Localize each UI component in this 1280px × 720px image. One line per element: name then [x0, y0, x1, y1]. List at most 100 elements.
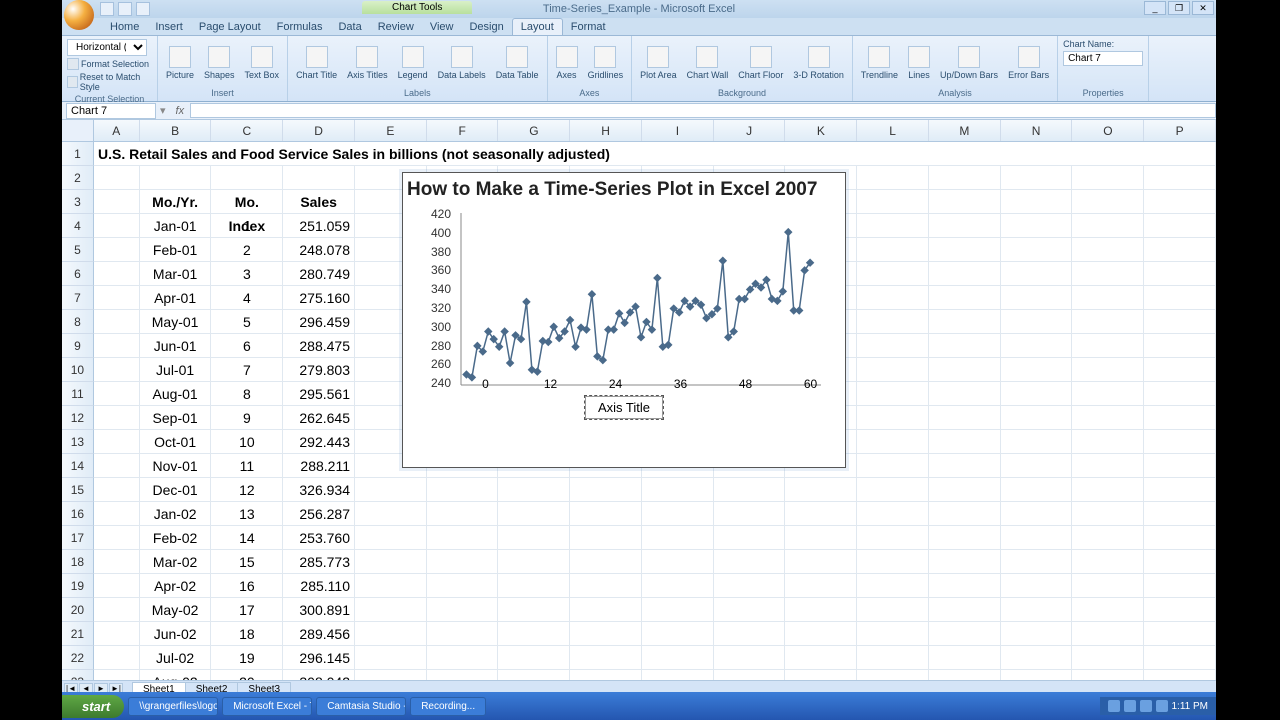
data-labels-button[interactable]: Data Labels — [434, 44, 490, 82]
cell[interactable] — [642, 550, 714, 574]
cell[interactable] — [94, 334, 140, 358]
ribbon-tab-insert[interactable]: Insert — [147, 19, 191, 35]
cell[interactable] — [94, 670, 140, 680]
cell[interactable] — [1001, 406, 1073, 430]
cell[interactable]: 11 — [211, 454, 283, 478]
cell[interactable] — [857, 334, 929, 358]
row-header[interactable]: 5 — [62, 238, 94, 262]
cell[interactable]: Aug-01 — [140, 382, 212, 406]
col-header-D[interactable]: D — [283, 120, 355, 141]
cell[interactable]: Nov-01 — [140, 454, 212, 478]
cell[interactable] — [355, 670, 427, 680]
axis-titles-button[interactable]: Axis Titles — [343, 44, 392, 82]
cell[interactable] — [355, 598, 427, 622]
cell[interactable]: 300.891 — [283, 598, 355, 622]
cell[interactable] — [1072, 166, 1144, 190]
trendline-button[interactable]: Trendline — [857, 44, 902, 82]
cell[interactable] — [857, 310, 929, 334]
col-header-M[interactable]: M — [929, 120, 1001, 141]
cell[interactable] — [714, 622, 786, 646]
cell[interactable]: Jun-01 — [140, 334, 212, 358]
chart-name-input[interactable] — [1063, 51, 1143, 66]
cell[interactable] — [570, 478, 642, 502]
cell[interactable] — [94, 478, 140, 502]
cell[interactable] — [570, 526, 642, 550]
cell[interactable]: 279.803 — [283, 358, 355, 382]
cell[interactable] — [1072, 574, 1144, 598]
cell[interactable] — [1072, 502, 1144, 526]
cell[interactable] — [1001, 214, 1073, 238]
cell[interactable]: Mar-01 — [140, 262, 212, 286]
cell[interactable]: Mo. Index — [211, 190, 283, 214]
ribbon-tab-data[interactable]: Data — [330, 19, 369, 35]
cell[interactable] — [857, 238, 929, 262]
3d-rotation-button[interactable]: 3-D Rotation — [789, 44, 848, 82]
cell[interactable] — [1072, 190, 1144, 214]
cell[interactable] — [1144, 646, 1216, 670]
col-header-A[interactable]: A — [94, 120, 140, 141]
cell[interactable] — [1144, 382, 1216, 406]
cell[interactable] — [1072, 382, 1144, 406]
cell[interactable]: 288.211 — [283, 454, 355, 478]
cell[interactable] — [355, 550, 427, 574]
cell[interactable] — [498, 550, 570, 574]
cell[interactable] — [1001, 190, 1073, 214]
cell[interactable] — [929, 478, 1001, 502]
cell[interactable]: 288.475 — [283, 334, 355, 358]
cell[interactable] — [94, 526, 140, 550]
cell[interactable] — [1144, 502, 1216, 526]
ribbon-tab-format[interactable]: Format — [563, 19, 614, 35]
cell[interactable] — [1144, 310, 1216, 334]
cell[interactable]: 289.456 — [283, 622, 355, 646]
cell[interactable]: U.S. Retail Sales and Food Service Sales… — [94, 142, 1216, 166]
cell[interactable]: May-02 — [140, 598, 212, 622]
cell[interactable] — [1001, 574, 1073, 598]
cell[interactable] — [785, 670, 857, 680]
cell[interactable]: Sep-01 — [140, 406, 212, 430]
cell[interactable] — [857, 358, 929, 382]
restore-button[interactable]: ❐ — [1168, 1, 1190, 15]
cell[interactable] — [427, 646, 499, 670]
cell[interactable] — [570, 622, 642, 646]
cell[interactable] — [1001, 166, 1073, 190]
cell[interactable] — [498, 574, 570, 598]
col-header-N[interactable]: N — [1001, 120, 1073, 141]
cell[interactable] — [94, 454, 140, 478]
cell[interactable] — [642, 670, 714, 680]
cell[interactable] — [94, 310, 140, 334]
cell[interactable] — [929, 574, 1001, 598]
cell[interactable] — [929, 670, 1001, 680]
cell[interactable] — [355, 502, 427, 526]
cell[interactable]: Feb-02 — [140, 526, 212, 550]
cell[interactable] — [1072, 550, 1144, 574]
cell[interactable] — [857, 526, 929, 550]
cell[interactable]: 19 — [211, 646, 283, 670]
cell[interactable]: 4 — [211, 286, 283, 310]
cell[interactable] — [857, 262, 929, 286]
close-button[interactable]: ✕ — [1192, 1, 1214, 15]
cell[interactable]: 5 — [211, 310, 283, 334]
chart-floor-button[interactable]: Chart Floor — [734, 44, 787, 82]
row-header[interactable]: 12 — [62, 406, 94, 430]
cell[interactable] — [1001, 598, 1073, 622]
cell[interactable] — [642, 502, 714, 526]
cell[interactable] — [929, 526, 1001, 550]
cell[interactable] — [1072, 214, 1144, 238]
cell[interactable]: 296.145 — [283, 646, 355, 670]
cell[interactable] — [570, 598, 642, 622]
cell[interactable] — [1072, 478, 1144, 502]
cell[interactable] — [570, 670, 642, 680]
cell[interactable] — [1144, 622, 1216, 646]
cell[interactable] — [1072, 622, 1144, 646]
cell[interactable] — [1001, 262, 1073, 286]
cell[interactable]: 14 — [211, 526, 283, 550]
cell[interactable] — [1001, 238, 1073, 262]
plot-area-button[interactable]: Plot Area — [636, 44, 681, 82]
reset-style-button[interactable]: Reset to Match Style — [66, 71, 153, 93]
redo-icon[interactable] — [136, 2, 150, 16]
cell[interactable] — [94, 550, 140, 574]
col-header-L[interactable]: L — [857, 120, 929, 141]
row-header[interactable]: 3 — [62, 190, 94, 214]
cell[interactable] — [929, 358, 1001, 382]
cell[interactable] — [94, 574, 140, 598]
